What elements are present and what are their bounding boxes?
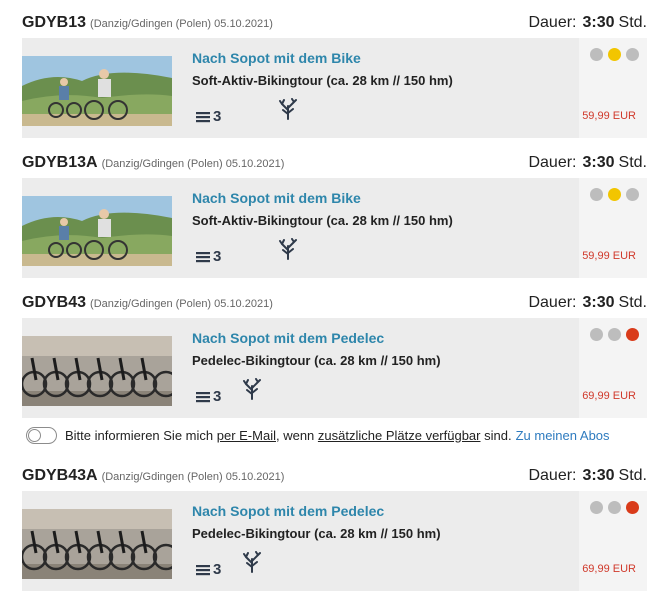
tree-icon	[279, 238, 297, 260]
tour-meta: (Danzig/Gdingen (Polen) 05.10.2021)	[101, 471, 285, 483]
tour-code: GDYB43 (Danzig/Gdingen (Polen) 05.10.2021…	[22, 294, 273, 311]
difficulty-dot	[590, 328, 603, 341]
tour-price: 59,99 EUR	[582, 250, 636, 262]
toggle-knob	[28, 428, 41, 442]
tour-price: 69,99 EUR	[582, 563, 636, 575]
level-indicator: 3	[196, 248, 221, 265]
difficulty-dot	[626, 188, 639, 201]
tour-title-link[interactable]: Nach Sopot mit dem Pedelec	[192, 503, 384, 519]
notify-toggle[interactable]	[26, 426, 57, 444]
tour-subtitle: Soft-Aktiv-Bikingtour (ca. 28 km // 150 …	[192, 73, 453, 88]
difficulty-panel	[579, 38, 647, 138]
layers-icon	[196, 564, 210, 575]
tour-image[interactable]	[22, 509, 172, 579]
level-indicator: 3	[196, 561, 221, 578]
difficulty-dot	[626, 328, 639, 341]
tree-icon	[243, 551, 261, 573]
difficulty-dot	[608, 328, 621, 341]
tour-code: GDYB43A (Danzig/Gdingen (Polen) 05.10.202…	[22, 467, 285, 484]
difficulty-panel	[579, 178, 647, 278]
email-link[interactable]: per E-Mail	[217, 428, 276, 443]
tour-code: GDYB13 (Danzig/Gdingen (Polen) 05.10.2021…	[22, 14, 273, 31]
duration: Dauer: 3:30 Std.	[528, 14, 647, 31]
difficulty-dot	[590, 48, 603, 61]
tour-code: GDYB13A (Danzig/Gdingen (Polen) 05.10.202…	[22, 154, 285, 171]
difficulty-dot	[590, 188, 603, 201]
tour-image[interactable]	[22, 196, 172, 266]
notify-text: , wenn	[275, 427, 318, 443]
tour-title-link[interactable]: Nach Sopot mit dem Pedelec	[192, 330, 384, 346]
notify-text: Bitte informieren Sie mich	[65, 427, 217, 443]
duration: Dauer: 3:30 Std.	[528, 154, 647, 171]
tour-header: GDYB43A (Danzig/Gdingen (Polen) 05.10.202…	[22, 467, 647, 491]
tour-header: GDYB13 (Danzig/Gdingen (Polen) 05.10.2021…	[22, 14, 647, 38]
tour-image[interactable]	[22, 336, 172, 406]
difficulty-dots	[590, 48, 639, 61]
my-subscriptions-link[interactable]: Zu meinen Abos	[516, 428, 610, 443]
places-link[interactable]: zusätzliche Plätze verfügbar	[318, 428, 481, 443]
tour-image[interactable]	[22, 56, 172, 126]
difficulty-dot	[608, 188, 621, 201]
layers-icon	[196, 111, 210, 122]
tree-icon	[243, 378, 261, 400]
tree-icon	[279, 98, 297, 120]
tour-meta: (Danzig/Gdingen (Polen) 05.10.2021)	[101, 158, 285, 170]
difficulty-dots	[590, 501, 639, 514]
layers-icon	[196, 391, 210, 402]
tour-price: 69,99 EUR	[582, 390, 636, 402]
difficulty-panel	[579, 491, 647, 591]
tour-card[interactable]: Nach Sopot mit dem Pedelec Pedelec-Bikin…	[22, 491, 647, 591]
tour-price: 59,99 EUR	[582, 110, 636, 122]
notify-text: sind.	[480, 427, 512, 443]
tour-title-link[interactable]: Nach Sopot mit dem Bike	[192, 50, 361, 66]
tour-card[interactable]: Nach Sopot mit dem Bike Soft-Aktiv-Bikin…	[22, 178, 647, 278]
layers-icon	[196, 251, 210, 262]
duration: Dauer: 3:30 Std.	[528, 294, 647, 311]
tour-meta: (Danzig/Gdingen (Polen) 05.10.2021)	[90, 298, 273, 310]
tour-header: GDYB43 (Danzig/Gdingen (Polen) 05.10.2021…	[22, 294, 647, 318]
tour-subtitle: Pedelec-Bikingtour (ca. 28 km // 150 hm)	[192, 526, 441, 541]
duration: Dauer: 3:30 Std.	[528, 467, 647, 484]
tour-title-link[interactable]: Nach Sopot mit dem Bike	[192, 190, 361, 206]
tour-subtitle: Soft-Aktiv-Bikingtour (ca. 28 km // 150 …	[192, 213, 453, 228]
difficulty-dot	[626, 48, 639, 61]
difficulty-dots	[590, 188, 639, 201]
difficulty-dot	[626, 501, 639, 514]
notify-row: Bitte informieren Sie mich per E-Mail , …	[22, 424, 647, 446]
difficulty-dots	[590, 328, 639, 341]
tour-subtitle: Pedelec-Bikingtour (ca. 28 km // 150 hm)	[192, 353, 441, 368]
difficulty-panel	[579, 318, 647, 418]
level-indicator: 3	[196, 388, 221, 405]
tour-card[interactable]: Nach Sopot mit dem Pedelec Pedelec-Bikin…	[22, 318, 647, 418]
difficulty-dot	[608, 48, 621, 61]
difficulty-dot	[590, 501, 603, 514]
difficulty-dot	[608, 501, 621, 514]
level-indicator: 3	[196, 108, 221, 125]
tour-card[interactable]: Nach Sopot mit dem Bike Soft-Aktiv-Bikin…	[22, 38, 647, 138]
tour-meta: (Danzig/Gdingen (Polen) 05.10.2021)	[90, 18, 273, 30]
tour-header: GDYB13A (Danzig/Gdingen (Polen) 05.10.202…	[22, 154, 647, 178]
